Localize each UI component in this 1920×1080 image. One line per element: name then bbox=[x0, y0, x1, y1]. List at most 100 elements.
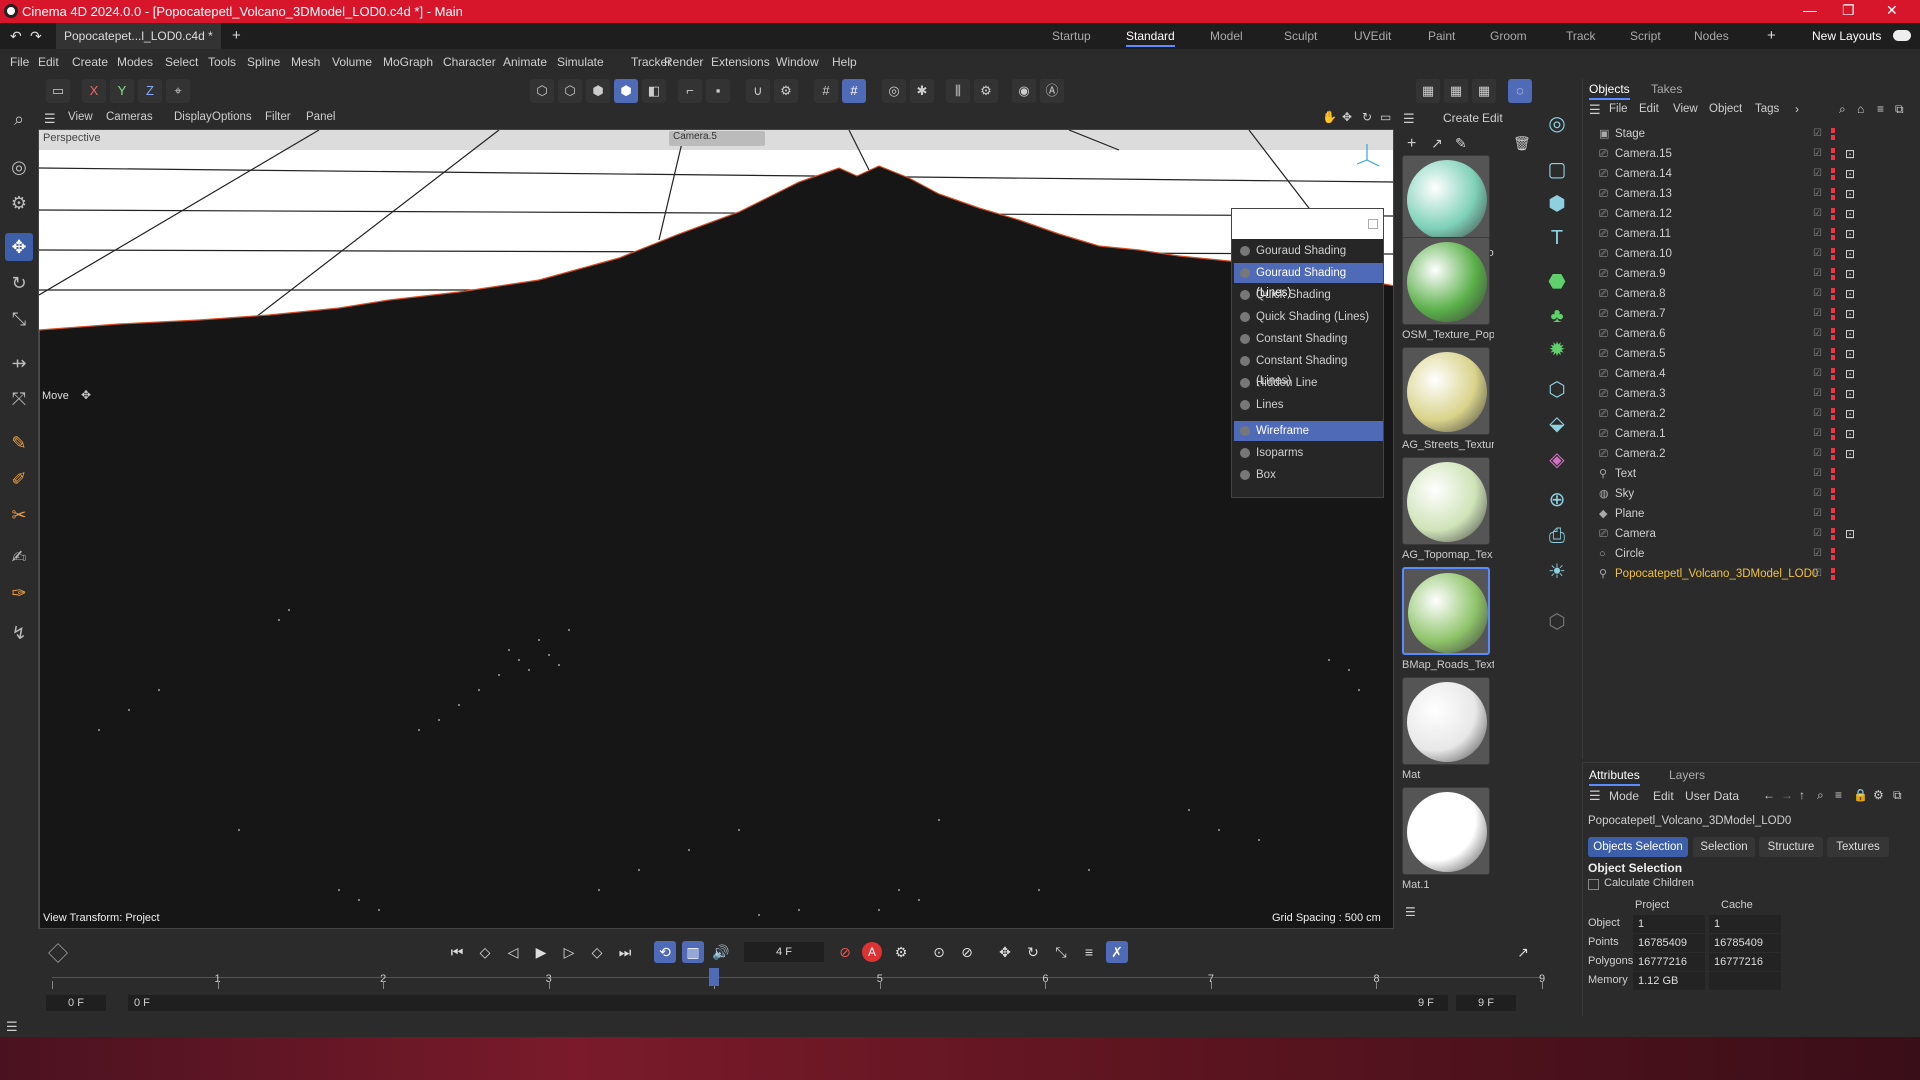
viewport-menu-view[interactable]: View bbox=[68, 111, 93, 123]
loop-icon[interactable]: ⟲ bbox=[654, 941, 676, 963]
menu-tools[interactable]: Tools bbox=[208, 55, 236, 69]
object-row[interactable]: ⎚ Camera.15 ☑ ⊡ bbox=[1583, 144, 1920, 164]
render-dots-icon[interactable] bbox=[1831, 188, 1835, 200]
menu-help[interactable]: Help bbox=[832, 55, 857, 69]
render-dots-icon[interactable] bbox=[1831, 128, 1835, 140]
objects-menu-view[interactable]: View bbox=[1673, 103, 1698, 115]
material-swatch[interactable]: BMap_Roads_Text bbox=[1400, 567, 1494, 677]
render-dots-icon[interactable] bbox=[1831, 268, 1835, 280]
key-pla-icon[interactable]: ✗ bbox=[1106, 941, 1128, 963]
snap-icon[interactable]: ∪ bbox=[746, 79, 770, 103]
display-item-constant-shading-lines[interactable]: Constant Shading (Lines) bbox=[1234, 351, 1383, 387]
protection-tag-icon[interactable]: ⊡ bbox=[1845, 424, 1855, 444]
render-dots-icon[interactable] bbox=[1831, 328, 1835, 340]
menu-spline[interactable]: Spline bbox=[247, 55, 280, 69]
viewport-menu-options[interactable]: Options bbox=[212, 111, 252, 123]
minimize-icon[interactable]: — bbox=[1803, 2, 1817, 18]
attr-cache-value[interactable] bbox=[1709, 972, 1781, 990]
object-row[interactable]: ⎚ Camera.5 ☑ ⊡ bbox=[1583, 344, 1920, 364]
menu-file[interactable]: File bbox=[10, 55, 29, 69]
layout-tab-track[interactable]: Track bbox=[1566, 23, 1596, 49]
model-mode-icon[interactable]: ⬢ bbox=[614, 79, 638, 103]
symmetry-settings-icon[interactable]: ⚙ bbox=[974, 79, 998, 103]
layout-tab-paint[interactable]: Paint bbox=[1428, 23, 1455, 49]
viewport-hamburger-icon[interactable]: ☰ bbox=[44, 111, 56, 127]
render-dots-icon[interactable] bbox=[1831, 148, 1835, 160]
visibility-toggle-icon[interactable]: ☑ bbox=[1813, 524, 1822, 544]
object-row[interactable]: ◆ Plane ☑ bbox=[1583, 504, 1920, 524]
display-item-constant-shading[interactable]: Constant Shading bbox=[1234, 329, 1383, 349]
tab-objects[interactable]: Objects bbox=[1589, 82, 1630, 100]
light-icon[interactable]: ☀ bbox=[1542, 557, 1572, 587]
menu-volume[interactable]: Volume bbox=[332, 55, 372, 69]
spline-pen-icon[interactable]: ✎ bbox=[5, 429, 33, 457]
viewport-menu-filter[interactable]: Filter bbox=[265, 111, 291, 123]
paint-tool-icon[interactable]: ✑ bbox=[5, 579, 33, 607]
arrow-icon[interactable]: ↗ bbox=[1431, 135, 1443, 152]
visibility-toggle-icon[interactable]: ☑ bbox=[1813, 384, 1822, 404]
object-row[interactable]: ⎚ Camera.4 ☑ ⊡ bbox=[1583, 364, 1920, 384]
attr-cache-value[interactable]: 1 bbox=[1709, 915, 1781, 933]
axis-y-button[interactable]: Y bbox=[110, 79, 134, 103]
object-row[interactable]: ⎚ Camera.9 ☑ ⊡ bbox=[1583, 264, 1920, 284]
attr-project-value[interactable]: 16777216 bbox=[1633, 953, 1705, 971]
protection-tag-icon[interactable]: ⊡ bbox=[1845, 264, 1855, 284]
render-dots-icon[interactable] bbox=[1831, 288, 1835, 300]
attr-project-value[interactable]: 16785409 bbox=[1633, 934, 1705, 952]
spline-create-icon[interactable]: ◈ bbox=[1542, 445, 1572, 475]
objects-menu-more-icon[interactable]: › bbox=[1795, 102, 1799, 116]
search-icon[interactable]: ⌕ bbox=[5, 105, 33, 133]
record-icon[interactable]: ⊘ bbox=[834, 941, 856, 963]
object-row[interactable]: ⎚ Camera.13 ☑ ⊡ bbox=[1583, 184, 1920, 204]
timeline-ruler[interactable] bbox=[52, 977, 1542, 978]
object-manager-icon[interactable]: ▭ bbox=[46, 79, 70, 103]
key-rotation-icon[interactable]: ↻ bbox=[1022, 941, 1044, 963]
go-end-icon[interactable]: ⏭ bbox=[614, 941, 636, 963]
object-row[interactable]: ⎚ Camera.2 ☑ ⊡ bbox=[1583, 444, 1920, 464]
visibility-toggle-icon[interactable]: ☑ bbox=[1813, 424, 1822, 444]
add-material-icon[interactable]: + bbox=[1407, 135, 1416, 153]
tab-attributes[interactable]: Attributes bbox=[1589, 768, 1640, 786]
go-start-icon[interactable]: ⏮ bbox=[446, 941, 468, 963]
render-dots-icon[interactable] bbox=[1831, 548, 1835, 560]
start-frame-field[interactable]: 0 F bbox=[46, 995, 106, 1011]
key-scale-icon[interactable]: ⤡ bbox=[1050, 941, 1072, 963]
attr-menu-userdata[interactable]: User Data bbox=[1685, 789, 1739, 803]
viewport-3d[interactable]: Perspective Camera.5 Move ✥ bbox=[38, 129, 1394, 929]
play-icon[interactable]: ▶ bbox=[530, 941, 552, 963]
popup-close-icon[interactable] bbox=[1368, 219, 1378, 229]
protection-tag-icon[interactable]: ⊡ bbox=[1845, 304, 1855, 324]
subtab-selection[interactable]: Selection bbox=[1693, 837, 1755, 857]
menu-character[interactable]: Character bbox=[443, 55, 496, 69]
layout-tab-uvedit[interactable]: UVEdit bbox=[1354, 23, 1391, 49]
attr-cache-value[interactable]: 16777216 bbox=[1709, 953, 1781, 971]
pan-icon[interactable]: ✋ bbox=[1322, 110, 1337, 124]
layout-tab-script[interactable]: Script bbox=[1630, 23, 1661, 49]
protection-tag-icon[interactable]: ⊡ bbox=[1845, 164, 1855, 184]
object-row[interactable]: ⎚ Camera.6 ☑ ⊡ bbox=[1583, 324, 1920, 344]
display-item-gouraud-shading-lines[interactable]: Gouraud Shading (Lines) bbox=[1234, 263, 1383, 299]
subtab-textures[interactable]: Textures bbox=[1827, 837, 1889, 857]
redo-icon[interactable]: ↷ bbox=[30, 23, 42, 49]
volume-icon[interactable]: 🔊 bbox=[710, 941, 732, 963]
viewport-menu-cameras[interactable]: Cameras bbox=[106, 111, 153, 123]
environment-icon[interactable]: ⊕ bbox=[1542, 485, 1572, 515]
move-tool-icon[interactable]: ✥ bbox=[5, 233, 33, 261]
viewport-menu-panel[interactable]: Panel bbox=[306, 111, 335, 123]
settings-icon[interactable]: ⚙ bbox=[1873, 788, 1884, 802]
object-row[interactable]: ⎚ Camera.1 ☑ ⊡ bbox=[1583, 424, 1920, 444]
protection-tag-icon[interactable]: ⊡ bbox=[1845, 224, 1855, 244]
lock-workplane-icon[interactable]: ◉ bbox=[1012, 79, 1036, 103]
visibility-toggle-icon[interactable]: ☑ bbox=[1813, 544, 1822, 564]
edges-mode-icon[interactable]: ⬡ bbox=[558, 79, 582, 103]
layout-tab-sculpt[interactable]: Sculpt bbox=[1284, 23, 1317, 49]
add-tab-icon[interactable]: + bbox=[232, 23, 241, 49]
display-item-wireframe[interactable]: Wireframe bbox=[1234, 421, 1383, 441]
menu-render[interactable]: Render bbox=[664, 55, 703, 69]
attributes-hamburger-icon[interactable]: ☰ bbox=[1589, 788, 1601, 804]
maximize-view-icon[interactable]: ▭ bbox=[1380, 110, 1391, 124]
undo-icon[interactable]: ↶ bbox=[10, 23, 22, 49]
objects-menu-file[interactable]: File bbox=[1609, 103, 1628, 115]
tab-layers[interactable]: Layers bbox=[1669, 768, 1705, 782]
object-row[interactable]: ▣ Stage ☑ bbox=[1583, 124, 1920, 144]
